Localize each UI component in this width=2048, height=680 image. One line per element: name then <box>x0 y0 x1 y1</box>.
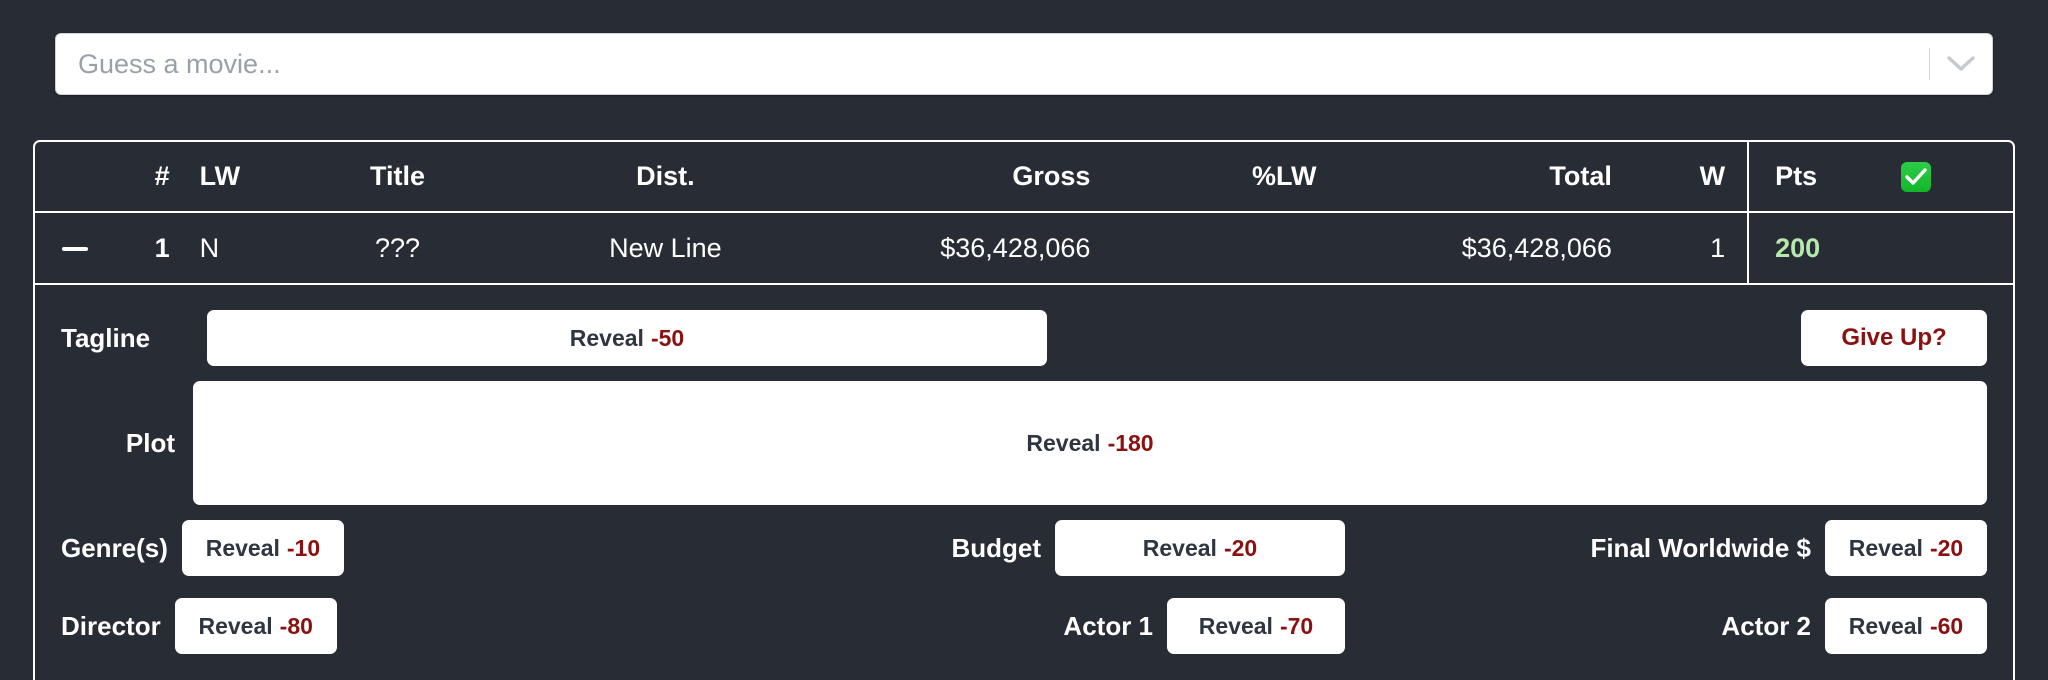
actor2-label: Actor 2 <box>1721 610 1811 641</box>
reveal-genres-cost: -10 <box>286 534 321 561</box>
movie-guess-combobox[interactable] <box>55 33 1993 95</box>
reveal-group-director: Director Reveal -80 <box>61 587 703 665</box>
col-rank[interactable]: # <box>114 142 180 213</box>
reveal-genres-button[interactable]: Reveal -10 <box>181 520 344 576</box>
reveal-final-worldwide-action: Reveal <box>1848 534 1923 561</box>
reveal-budget-button[interactable]: Reveal -20 <box>1055 520 1345 576</box>
budget-label: Budget <box>951 532 1041 563</box>
col-toggle <box>35 142 115 213</box>
reveal-actor2-cost: -60 <box>1929 612 1964 639</box>
cell-last-week: N <box>179 212 278 285</box>
reveal-group-actor2: Actor 2 Reveal -60 <box>1345 587 1987 665</box>
table-header: # LW Title Dist. Gross %LW Total W Pts <box>35 142 2013 213</box>
table-header-row: # LW Title Dist. Gross %LW Total W Pts <box>35 142 2013 213</box>
reveal-final-worldwide-cost: -20 <box>1929 534 1964 561</box>
cell-total: $36,428,066 <box>1330 212 1626 285</box>
cell-rank: 1 <box>114 212 180 285</box>
search-input[interactable] <box>56 34 1929 94</box>
box-office-table: # LW Title Dist. Gross %LW Total W Pts 1… <box>35 142 2013 285</box>
reveal-budget-action: Reveal <box>1142 534 1217 561</box>
col-total[interactable]: Total <box>1330 142 1626 213</box>
genres-label: Genre(s) <box>61 532 168 563</box>
give-up-button[interactable]: Give Up? <box>1801 310 1987 366</box>
cell-title: ??? <box>277 212 518 285</box>
reveal-actor2-action: Reveal <box>1848 612 1923 639</box>
reveal-group-budget: Budget Reveal -20 <box>703 509 1345 587</box>
check-mark-glyph <box>1900 162 1931 193</box>
points-value: 200 <box>1775 232 1821 263</box>
reveal-plot-cost: -180 <box>1107 429 1154 456</box>
final-worldwide-label: Final Worldwide $ <box>1590 532 1811 563</box>
tagline-label: Tagline <box>61 322 151 353</box>
cell-distributor: New Line <box>517 212 814 285</box>
table-row[interactable]: 1 N ??? New Line $36,428,066 $36,428,066… <box>35 212 2013 285</box>
cell-percent-last-week <box>1104 212 1331 285</box>
actor1-label: Actor 1 <box>1063 610 1153 641</box>
reveal-actor1-action: Reveal <box>1198 612 1273 639</box>
reveal-director-cost: -80 <box>279 612 313 639</box>
results-panel: # LW Title Dist. Gross %LW Total W Pts 1… <box>33 140 2015 680</box>
director-label: Director <box>61 610 161 641</box>
reveal-plot-button[interactable]: Reveal -180 <box>193 381 1987 505</box>
reveal-group-final-worldwide: Final Worldwide $ Reveal -20 <box>1345 509 1987 587</box>
reveal-director-button[interactable]: Reveal -80 <box>174 598 337 654</box>
col-distributor[interactable]: Dist. <box>517 142 814 213</box>
reveal-actor1-button[interactable]: Reveal -70 <box>1167 598 1345 654</box>
cell-gross: $36,428,066 <box>813 212 1105 285</box>
reveal-row-meta-1: Genre(s) Reveal -10 Budget Reveal -20 Fi… <box>61 509 1987 587</box>
reveal-budget-cost: -20 <box>1223 534 1258 561</box>
check-mark-icon[interactable] <box>1890 142 2013 213</box>
reveal-controls: Tagline Reveal -50 Give Up? Plot Reveal … <box>35 285 2013 665</box>
reveal-tagline-button[interactable]: Reveal -50 <box>207 310 1047 366</box>
reveal-row-meta-2: Director Reveal -80 Actor 1 Reveal -70 A… <box>61 587 1987 665</box>
app-root: # LW Title Dist. Gross %LW Total W Pts <box>0 0 2048 680</box>
col-percent-last-week[interactable]: %LW <box>1104 142 1331 213</box>
reveal-actor1-cost: -70 <box>1279 612 1314 639</box>
reveal-actor2-button[interactable]: Reveal -60 <box>1825 598 1987 654</box>
reveal-row-plot: Plot Reveal -180 <box>61 377 1987 509</box>
col-weeks[interactable]: W <box>1625 142 1749 213</box>
chevron-down-icon[interactable] <box>1930 34 1992 94</box>
cell-weeks: 1 <box>1625 212 1749 285</box>
row-collapse-toggle[interactable] <box>35 212 115 285</box>
cell-points: 200 <box>1747 212 1891 285</box>
reveal-final-worldwide-button[interactable]: Reveal -20 <box>1825 520 1987 576</box>
give-up-label: Give Up? <box>1841 324 1947 351</box>
plot-label: Plot <box>125 427 175 458</box>
reveal-row-tagline: Tagline Reveal -50 Give Up? <box>61 299 1987 377</box>
reveal-group-actor1: Actor 1 Reveal -70 <box>703 587 1345 665</box>
rank-value: 1 <box>154 232 170 263</box>
reveal-tagline-cost: -50 <box>650 324 685 351</box>
combobox-control[interactable] <box>55 33 1993 95</box>
reveal-tagline-action: Reveal <box>569 324 644 351</box>
minus-icon <box>61 247 88 252</box>
reveal-director-action: Reveal <box>198 612 273 639</box>
table-body: 1 N ??? New Line $36,428,066 $36,428,066… <box>35 212 2013 285</box>
reveal-group-genres: Genre(s) Reveal -10 <box>61 509 703 587</box>
col-title[interactable]: Title <box>277 142 518 213</box>
col-last-week[interactable]: LW <box>179 142 278 213</box>
col-gross[interactable]: Gross <box>813 142 1105 213</box>
reveal-plot-action: Reveal <box>1026 429 1101 456</box>
col-points[interactable]: Pts <box>1747 142 1891 213</box>
cell-check <box>1890 212 2013 285</box>
reveal-genres-action: Reveal <box>205 534 280 561</box>
